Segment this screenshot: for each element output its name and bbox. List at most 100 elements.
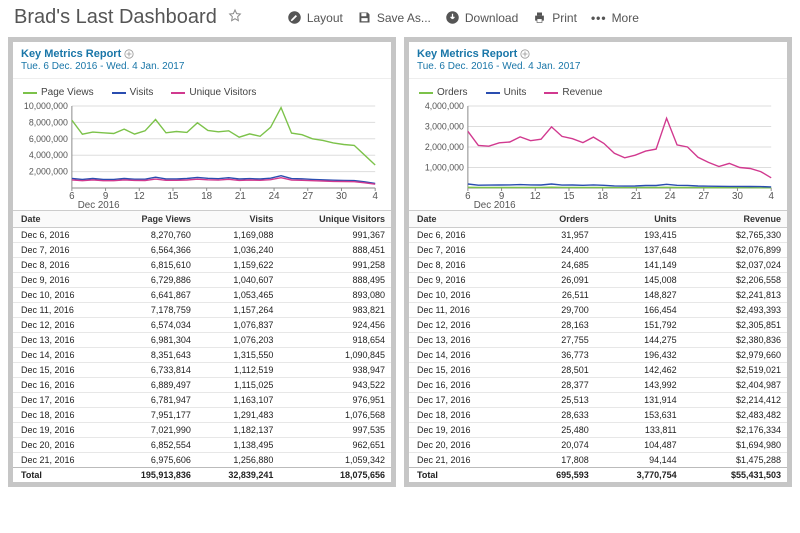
column-header[interactable]: Date [13, 211, 107, 228]
table-row: Dec 17, 20166,781,9471,163,107976,951 [13, 393, 391, 408]
svg-text:2,000,000: 2,000,000 [425, 142, 464, 152]
table-row: Dec 19, 201625,480133,811$2,176,334 [409, 423, 787, 438]
table-row: Dec 7, 20166,564,3661,036,240888,451 [13, 243, 391, 258]
svg-text:3,000,000: 3,000,000 [425, 121, 464, 131]
layout-button[interactable]: Layout [283, 8, 347, 27]
table-row: Dec 17, 201625,513131,914$2,214,412 [409, 393, 787, 408]
table-row: Dec 11, 20167,178,7591,157,264983,821 [13, 303, 391, 318]
legend-item: Orders [419, 87, 468, 98]
right-report-daterange: Tue. 6 Dec. 2016 - Wed. 4 Jan. 2017 [417, 61, 779, 72]
table-row: Dec 19, 20167,021,9901,182,137997,535 [13, 423, 391, 438]
svg-text:30: 30 [732, 191, 743, 202]
table-row: Dec 16, 201628,377143,992$2,404,987 [409, 378, 787, 393]
table-row: Dec 7, 201624,400137,648$2,076,899 [409, 243, 787, 258]
left-report-title[interactable]: Key Metrics Report [21, 48, 134, 60]
column-header[interactable]: Page Views [107, 211, 197, 228]
swatch-icon [112, 92, 126, 94]
more-button[interactable]: ••• More [587, 9, 643, 27]
table-row: Dec 6, 201631,957193,415$2,765,330 [409, 228, 787, 243]
right-panel: Key Metrics Report Tue. 6 Dec. 2016 - We… [404, 37, 792, 487]
table-row: Dec 12, 201628,163151,792$2,305,851 [409, 318, 787, 333]
svg-text:8,000,000: 8,000,000 [29, 117, 68, 127]
right-panel-header: Key Metrics Report Tue. 6 Dec. 2016 - We… [409, 42, 787, 79]
legend-item: Revenue [544, 87, 602, 98]
right-table: DateOrdersUnitsRevenue Dec 6, 201631,957… [409, 210, 787, 482]
svg-text:18: 18 [201, 191, 212, 202]
svg-text:4: 4 [768, 191, 774, 202]
svg-text:6,000,000: 6,000,000 [29, 134, 68, 144]
table-row: Dec 21, 201617,80894,144$1,475,288 [409, 453, 787, 468]
table-row: Dec 15, 20166,733,8141,112,519938,947 [13, 363, 391, 378]
svg-text:12: 12 [134, 191, 145, 202]
table-row: Dec 16, 20166,889,4971,115,025943,522 [13, 378, 391, 393]
column-header[interactable]: Units [595, 211, 683, 228]
swatch-icon [486, 92, 500, 94]
right-report-title[interactable]: Key Metrics Report [417, 48, 530, 60]
panels-row: Key Metrics Report Tue. 6 Dec. 2016 - We… [0, 37, 800, 495]
svg-text:6: 6 [69, 191, 75, 202]
svg-text:24: 24 [665, 191, 676, 202]
table-row: Dec 21, 20166,975,6061,256,8801,059,342 [13, 453, 391, 468]
svg-text:4,000,000: 4,000,000 [29, 150, 68, 160]
table-row: Dec 8, 201624,685141,149$2,037,024 [409, 258, 787, 273]
table-row: Dec 15, 201628,501142,462$2,519,021 [409, 363, 787, 378]
legend-item: Page Views [23, 87, 94, 98]
svg-text:4,000,000: 4,000,000 [425, 101, 464, 111]
favorite-star-icon[interactable] [227, 8, 243, 27]
svg-text:6: 6 [465, 191, 471, 202]
table-row: Dec 10, 201626,511148,827$2,241,813 [409, 288, 787, 303]
table-row: Dec 6, 20168,270,7601,169,088991,367 [13, 228, 391, 243]
column-header[interactable]: Unique Visitors [279, 211, 391, 228]
table-row: Dec 8, 20166,815,6101,159,622991,258 [13, 258, 391, 273]
print-button[interactable]: Print [528, 8, 581, 27]
add-icon[interactable] [124, 49, 134, 59]
right-chart: 1,000,0002,000,0003,000,0004,000,0006912… [409, 100, 787, 210]
svg-text:27: 27 [302, 191, 313, 202]
table-row: Dec 9, 201626,091145,008$2,206,558 [409, 273, 787, 288]
table-row: Dec 14, 20168,351,6431,315,5501,090,845 [13, 348, 391, 363]
table-row: Dec 12, 20166,574,0341,076,837924,456 [13, 318, 391, 333]
svg-text:4: 4 [372, 191, 378, 202]
page-title: Brad's Last Dashboard [14, 6, 217, 29]
table-row: Dec 18, 20167,951,1771,291,4831,076,568 [13, 408, 391, 423]
toolbar: Brad's Last Dashboard Layout Save As... … [0, 0, 800, 37]
table-row: Dec 14, 201636,773196,432$2,979,660 [409, 348, 787, 363]
table-row: Dec 20, 201620,074104,487$1,694,980 [409, 438, 787, 453]
left-panel: Key Metrics Report Tue. 6 Dec. 2016 - We… [8, 37, 396, 487]
left-panel-header: Key Metrics Report Tue. 6 Dec. 2016 - We… [13, 42, 391, 79]
left-report-daterange: Tue. 6 Dec. 2016 - Wed. 4 Jan. 2017 [21, 61, 383, 72]
table-row: Dec 18, 201628,633153,631$2,483,482 [409, 408, 787, 423]
download-button[interactable]: Download [441, 8, 522, 27]
svg-text:21: 21 [631, 191, 642, 202]
table-row: Dec 13, 20166,981,3041,076,203918,654 [13, 333, 391, 348]
svg-text:21: 21 [235, 191, 246, 202]
table-row: Dec 11, 201629,700166,454$2,493,393 [409, 303, 787, 318]
svg-text:30: 30 [336, 191, 347, 202]
column-header[interactable]: Visits [197, 211, 280, 228]
swatch-icon [544, 92, 558, 94]
svg-text:27: 27 [698, 191, 709, 202]
left-legend: Page Views Visits Unique Visitors [13, 79, 391, 100]
column-header[interactable]: Date [409, 211, 519, 228]
table-row: Dec 9, 20166,729,8861,040,607888,495 [13, 273, 391, 288]
svg-text:Dec 2016: Dec 2016 [474, 200, 516, 210]
left-chart: 2,000,000 4,000,000 6,000,000 8,000,000 10,0… [13, 100, 391, 210]
save-as-button[interactable]: Save As... [353, 8, 435, 27]
swatch-icon [23, 92, 37, 94]
svg-text:2,000,000: 2,000,000 [29, 167, 68, 177]
svg-text:Dec 2016: Dec 2016 [78, 200, 120, 210]
table-row: Dec 13, 201627,755144,275$2,380,836 [409, 333, 787, 348]
svg-text:10,000,000: 10,000,000 [24, 101, 68, 111]
swatch-icon [171, 92, 185, 94]
column-header[interactable]: Revenue [683, 211, 787, 228]
total-row: Total695,5933,770,754$55,431,503 [409, 468, 787, 483]
legend-item: Visits [112, 87, 154, 98]
add-icon[interactable] [520, 49, 530, 59]
table-row: Dec 20, 20166,852,5541,138,495962,651 [13, 438, 391, 453]
table-row: Dec 10, 20166,641,8671,053,465893,080 [13, 288, 391, 303]
column-header[interactable]: Orders [519, 211, 595, 228]
svg-text:12: 12 [530, 191, 541, 202]
legend-item: Units [486, 87, 527, 98]
legend-item: Unique Visitors [171, 87, 256, 98]
svg-text:1,000,000: 1,000,000 [425, 162, 464, 172]
